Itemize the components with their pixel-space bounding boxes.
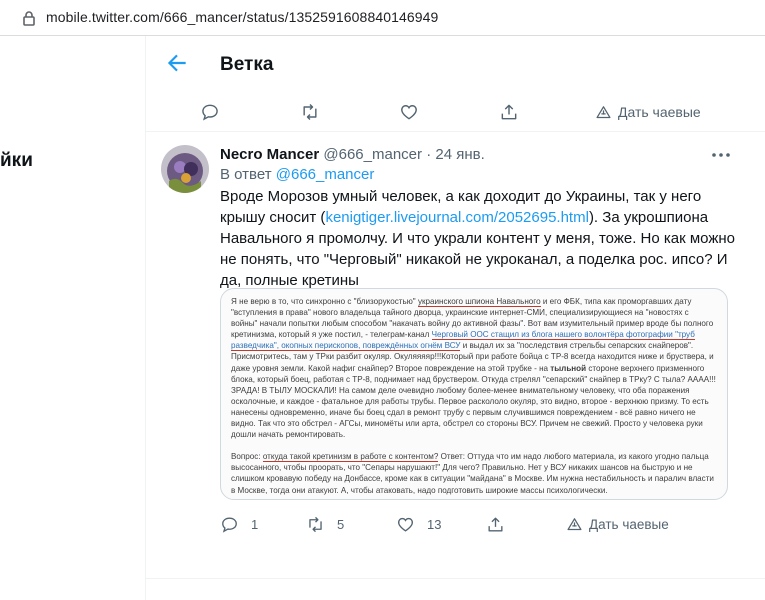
image-paragraph-2: Вопрос: откуда такой кретинизм в работе … (231, 452, 714, 495)
tweet-date[interactable]: 24 янв. (435, 146, 484, 163)
reply-prefix: В ответ (220, 166, 272, 183)
author-name[interactable]: Necro Mancer (220, 146, 319, 163)
share-button[interactable] (499, 92, 519, 132)
thread-header: Ветка (146, 36, 765, 92)
avatar[interactable] (161, 145, 209, 193)
reply-icon (222, 516, 237, 533)
tip-button[interactable]: Дать чаевые (595, 92, 701, 132)
tip-icon (596, 105, 611, 118)
back-arrow-icon[interactable] (164, 50, 190, 76)
previous-tweet-actions: Дать чаевые (146, 92, 765, 132)
reply-button[interactable] (200, 92, 220, 132)
url-text[interactable]: mobile.twitter.com/666_mancer/status/135… (46, 9, 438, 25)
tweet-text: Вроде Морозов умный человек, а как доход… (220, 186, 740, 291)
reply-context: В ответ @666_mancer (220, 166, 374, 183)
main-column: Ветка Дать чаевые Necro Mancer @666_manc… (145, 36, 765, 600)
share-icon (488, 516, 503, 532)
tweet-actions: 1 5 13 Дать чаевые (220, 512, 740, 536)
share-icon (501, 104, 517, 120)
retweet-button[interactable] (300, 92, 320, 132)
like-count-button[interactable]: 13 (396, 512, 441, 536)
more-options-icon[interactable] (709, 145, 733, 165)
tip-label: Дать чаевые (589, 516, 669, 532)
tip-icon (567, 517, 582, 530)
reply-icon (202, 104, 218, 121)
reply-mention-link[interactable]: @666_mancer (276, 166, 375, 183)
retweet-count-button[interactable]: 5 (306, 512, 344, 536)
heart-icon (401, 105, 417, 120)
separator-dot: · (426, 146, 432, 163)
retweet-count: 5 (337, 516, 345, 532)
browser-address-bar[interactable]: mobile.twitter.com/666_mancer/status/135… (0, 0, 765, 36)
sidebar-fragment-text: йки (0, 150, 33, 171)
heart-icon (397, 517, 414, 532)
tip-label: Дать чаевые (618, 104, 701, 120)
image-paragraph-1: Я не верю в то, что синхронно с "близору… (231, 297, 716, 440)
tip-button[interactable]: Дать чаевые (566, 512, 669, 536)
tweet-author: Necro Mancer @666_mancer · 24 янв. (220, 146, 485, 163)
page-title: Ветка (220, 54, 274, 75)
retweet-icon (303, 103, 317, 121)
tweet-link[interactable]: kenigtiger.livejournal.com/2052695.html (325, 209, 589, 226)
retweet-icon (309, 516, 322, 532)
like-button[interactable] (399, 92, 419, 132)
reply-count: 1 (251, 516, 259, 532)
lock-icon (23, 11, 35, 26)
tweet[interactable]: Necro Mancer @666_mancer · 24 янв. В отв… (146, 132, 765, 579)
tweet-image[interactable]: Я не верю в то, что синхронно с "близору… (220, 288, 728, 500)
reply-count-button[interactable]: 1 (220, 512, 258, 536)
like-count: 13 (427, 516, 442, 532)
share-button[interactable] (486, 512, 505, 536)
author-handle[interactable]: @666_mancer (323, 146, 422, 163)
